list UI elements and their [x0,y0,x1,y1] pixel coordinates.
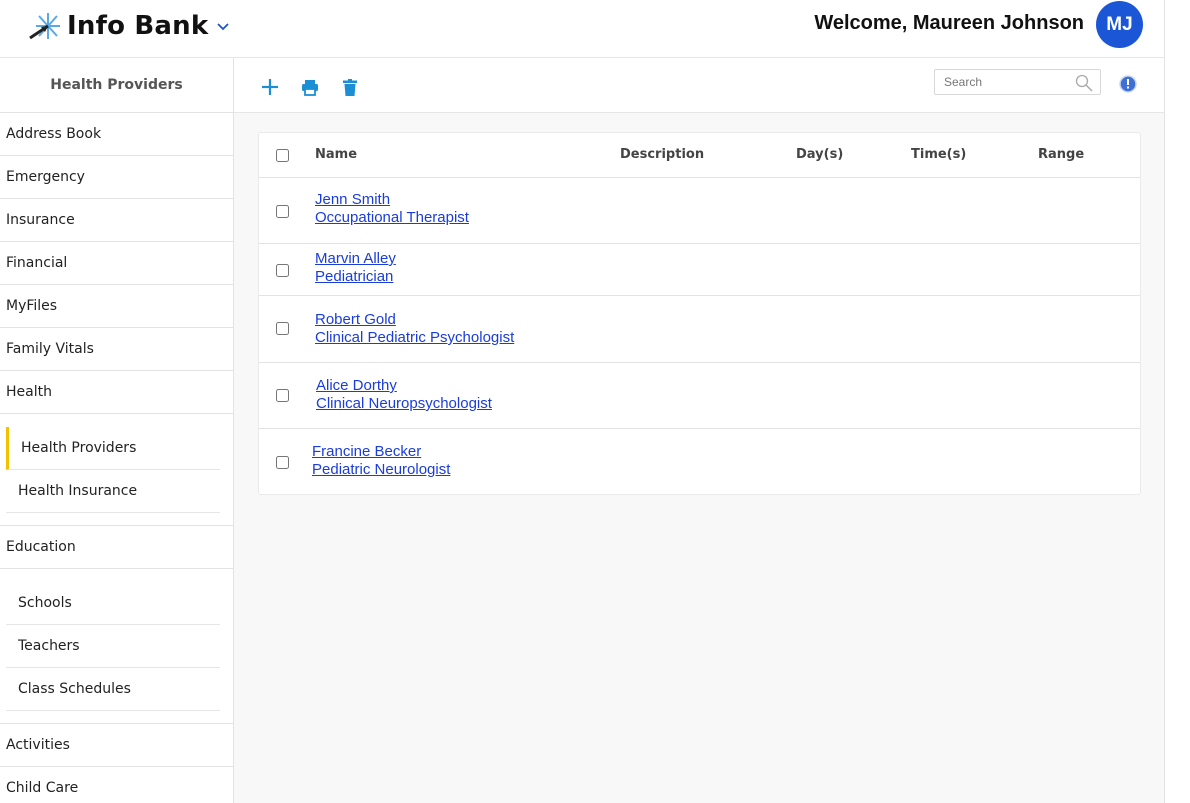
provider-name-link[interactable]: Marvin Alley [315,250,396,267]
top-header: Info Bank Welcome, Maureen Johnson MJ [0,0,1164,58]
sidebar-item-family-vitals[interactable]: Family Vitals [0,328,233,371]
column-header-times[interactable]: Time(s) [911,147,966,162]
table-row: Robert Gold Clinical Pediatric Psycholog… [259,296,1140,363]
provider-name-link[interactable]: Jenn Smith [315,191,390,208]
row-checkbox[interactable] [276,389,289,402]
sidebar-item-address-book[interactable]: Address Book [0,113,233,156]
table-header: Name Description Day(s) Time(s) Range [259,133,1140,178]
sidebar-item-health[interactable]: Health [0,371,233,414]
health-submenu: Health Providers Health Insurance [0,414,233,526]
column-header-range[interactable]: Range [1038,147,1084,162]
search-box [934,69,1101,95]
column-header-name[interactable]: Name [315,147,357,162]
delete-button[interactable] [339,76,361,98]
provider-role-link[interactable]: Occupational Therapist [315,209,469,226]
search-icon[interactable] [1074,73,1094,93]
education-submenu: Schools Teachers Class Schedules [0,569,233,724]
provider-role-link[interactable]: Clinical Pediatric Psychologist [315,329,514,346]
sidebar-title: Health Providers [0,58,233,113]
sidebar-subitem-health-insurance[interactable]: Health Insurance [6,470,220,513]
sidebar-item-insurance[interactable]: Insurance [0,199,233,242]
printer-icon [302,79,318,96]
add-button[interactable] [259,76,281,98]
sidebar-subitem-schools[interactable]: Schools [6,582,220,625]
table-row: Jenn Smith Occupational Therapist [259,178,1140,244]
provider-role-link[interactable]: Pediatric Neurologist [312,461,450,478]
sidebar-subitem-health-providers[interactable]: Health Providers [6,427,220,470]
providers-table: Name Description Day(s) Time(s) Range Je… [258,132,1141,495]
app-switcher[interactable]: Info Bank [28,10,230,42]
sidebar-item-myfiles[interactable]: MyFiles [0,285,233,328]
select-all-checkbox[interactable] [276,149,289,162]
provider-role-link[interactable]: Pediatrician [315,268,393,285]
table-row: Francine Becker Pediatric Neurologist [259,429,1140,495]
table-row: Alice Dorthy Clinical Neuropsychologist [259,363,1140,429]
sidebar-subitem-class-schedules[interactable]: Class Schedules [6,668,220,711]
row-checkbox[interactable] [276,456,289,469]
provider-role-link[interactable]: Clinical Neuropsychologist [316,395,492,412]
provider-name-link[interactable]: Francine Becker [312,443,421,460]
column-header-days[interactable]: Day(s) [796,147,843,162]
sidebar-item-child-care[interactable]: Child Care [0,767,233,803]
table-row: Marvin Alley Pediatrician [259,244,1140,296]
trash-icon [343,78,357,96]
toolbar [234,58,1164,113]
info-bank-logo-icon [29,13,60,40]
info-icon[interactable] [1119,75,1137,93]
app-root: Info Bank Welcome, Maureen Johnson MJ He… [0,0,1190,803]
welcome-message: Welcome, Maureen Johnson [814,12,1084,34]
plus-icon [262,79,278,95]
sidebar-item-education[interactable]: Education [0,526,233,569]
row-checkbox[interactable] [276,264,289,277]
chevron-down-icon [217,23,230,31]
sidebar-item-emergency[interactable]: Emergency [0,156,233,199]
provider-name-link[interactable]: Alice Dorthy [316,377,397,394]
sidebar-item-financial[interactable]: Financial [0,242,233,285]
sidebar-item-activities[interactable]: Activities [0,724,233,767]
main-content: Name Description Day(s) Time(s) Range Je… [234,58,1164,803]
user-avatar[interactable]: MJ [1096,1,1143,48]
column-header-description[interactable]: Description [620,147,704,162]
sidebar: Health Providers Address Book Emergency … [0,58,234,803]
sidebar-subitem-teachers[interactable]: Teachers [6,625,220,668]
row-checkbox[interactable] [276,205,289,218]
provider-name-link[interactable]: Robert Gold [315,311,396,328]
print-button[interactable] [299,76,321,98]
right-gutter [1164,0,1190,803]
search-input[interactable] [944,71,1074,93]
row-checkbox[interactable] [276,322,289,335]
app-title: Info Bank [67,11,209,41]
